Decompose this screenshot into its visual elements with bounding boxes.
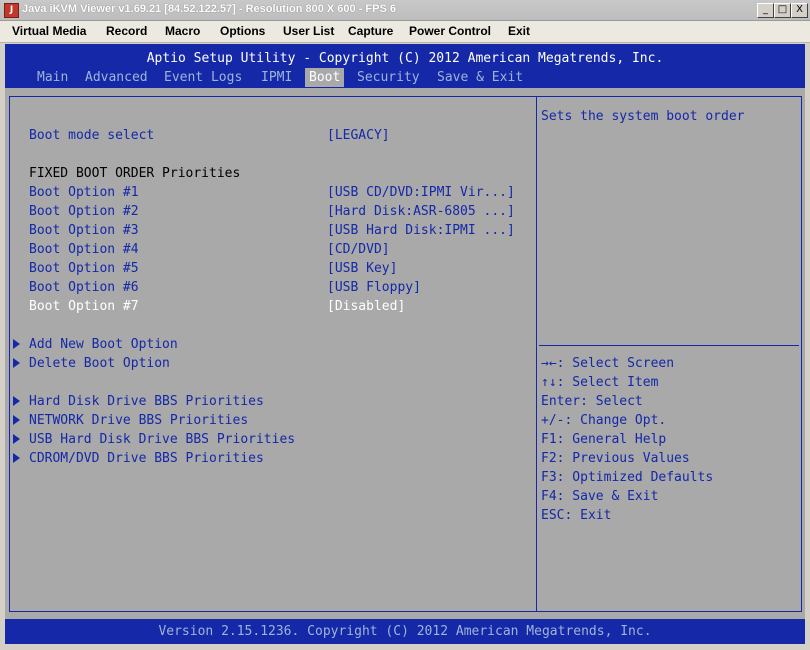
boot-option-1-value[interactable]: [USB CD/DVD:IPMI Vir...] [327,185,515,200]
key-help-f1: F1: General Help [541,432,667,447]
bios-footer: Version 2.15.1236. Copyright (C) 2012 Am… [5,619,805,644]
boot-option-6-value[interactable]: [USB Floppy] [327,280,421,295]
boot-option-7-label[interactable]: Boot Option #7 [29,299,139,314]
submenu-arrow-icon [13,396,20,406]
key-help-change-opt: +/-: Change Opt. [541,413,667,428]
network-bbs-priorities[interactable]: NETWORK Drive BBS Priorities [29,413,248,428]
tab-boot[interactable]: Boot [305,68,345,87]
submenu-arrow-icon [13,339,20,349]
submenu-arrow-icon [13,358,20,368]
usb-hdd-bbs-priorities[interactable]: USB Hard Disk Drive BBS Priorities [29,432,295,447]
hdd-bbs-priorities[interactable]: Hard Disk Drive BBS Priorities [29,394,264,409]
tab-event-logs[interactable]: Event Logs [164,68,242,87]
menu-user-list[interactable]: User List [283,24,334,38]
key-help-f4: F4: Save & Exit [541,489,659,504]
menu-bar: Virtual Media Record Macro Options User … [0,21,810,43]
bios-header-title: Aptio Setup Utility - Copyright (C) 2012… [146,51,664,66]
bios-screen[interactable]: Aptio Setup Utility - Copyright (C) 2012… [5,44,805,644]
help-description: Sets the system boot order [541,109,745,124]
boot-option-5-label[interactable]: Boot Option #5 [29,261,139,276]
menu-capture[interactable]: Capture [348,24,393,38]
key-help-esc: ESC: Exit [541,508,612,523]
cdrom-dvd-bbs-priorities[interactable]: CDROM/DVD Drive BBS Priorities [29,451,264,466]
maximize-button[interactable]: □ [774,3,791,18]
boot-option-2-value[interactable]: [Hard Disk:ASR-6805 ...] [327,204,515,219]
add-new-boot-option[interactable]: Add New Boot Option [29,337,178,352]
boot-mode-label[interactable]: Boot mode select [29,128,154,143]
window-title-bar: J Java iKVM Viewer v1.69.21 [84.52.122.5… [0,0,810,21]
boot-option-4-value[interactable]: [CD/DVD] [327,242,390,257]
boot-option-7-value[interactable]: [Disabled] [327,299,405,314]
menu-macro[interactable]: Macro [165,24,200,38]
key-help-select-screen: →←: Select Screen [541,356,675,371]
submenu-arrow-icon [13,415,20,425]
menu-options[interactable]: Options [220,24,265,38]
boot-option-6-label[interactable]: Boot Option #6 [29,280,139,295]
key-help-enter: Enter: Select [541,394,643,409]
key-help-f3: F3: Optimized Defaults [541,470,714,485]
bios-header: Aptio Setup Utility - Copyright (C) 2012… [5,44,805,88]
minimize-button[interactable]: _ [757,3,774,18]
delete-boot-option[interactable]: Delete Boot Option [29,356,170,371]
key-help-select-item: ↑↓: Select Item [541,375,659,390]
fixed-boot-order-heading: FIXED BOOT ORDER Priorities [29,166,241,181]
boot-option-2-label[interactable]: Boot Option #2 [29,204,139,219]
boot-option-5-value[interactable]: [USB Key] [327,261,397,276]
close-button[interactable]: X [791,3,808,18]
menu-virtual-media[interactable]: Virtual Media [12,24,86,38]
boot-option-1-label[interactable]: Boot Option #1 [29,185,139,200]
tab-advanced[interactable]: Advanced [85,68,148,87]
help-divider [539,345,799,346]
bios-footer-text: Version 2.15.1236. Copyright (C) 2012 Am… [158,624,652,639]
window-title: Java iKVM Viewer v1.69.21 [84.52.122.57]… [22,3,396,15]
menu-power-control[interactable]: Power Control [409,24,491,38]
boot-mode-value[interactable]: [LEGACY] [327,128,390,143]
tab-main[interactable]: Main [37,68,68,87]
boot-option-4-label[interactable]: Boot Option #4 [29,242,139,257]
tab-security[interactable]: Security [357,68,420,87]
menu-exit[interactable]: Exit [508,24,530,38]
tab-ipmi[interactable]: IPMI [261,68,292,87]
submenu-arrow-icon [13,453,20,463]
tab-save-exit[interactable]: Save & Exit [437,68,523,87]
submenu-arrow-icon [13,434,20,444]
help-panel [536,96,802,612]
boot-option-3-label[interactable]: Boot Option #3 [29,223,139,238]
java-icon: J [4,3,19,18]
key-help-f2: F2: Previous Values [541,451,690,466]
boot-option-3-value[interactable]: [USB Hard Disk:IPMI ...] [327,223,515,238]
menu-record[interactable]: Record [106,24,147,38]
